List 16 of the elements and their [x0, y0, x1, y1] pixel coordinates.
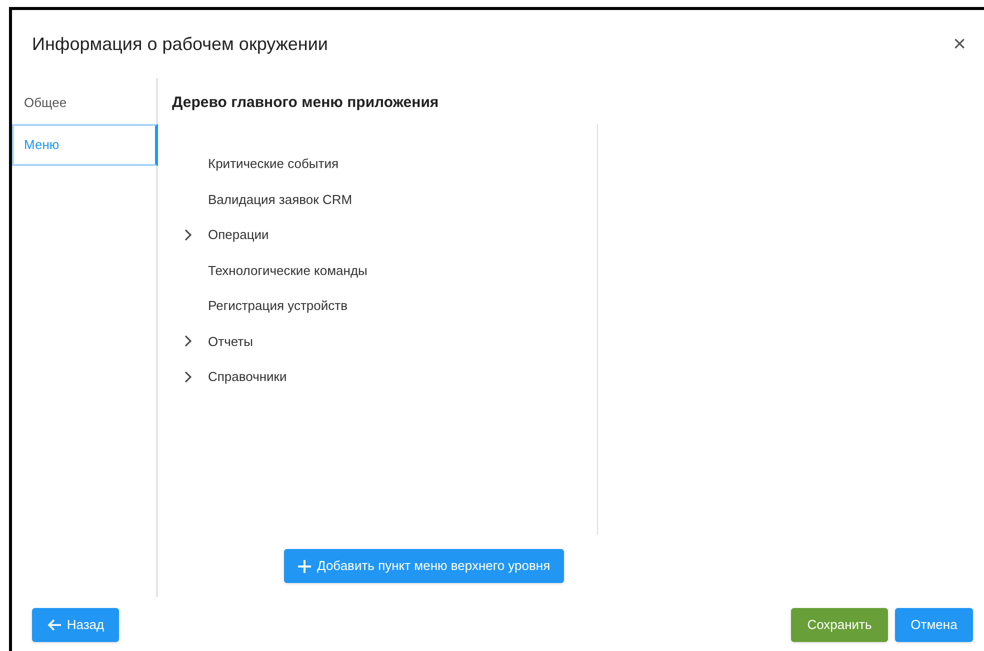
tree-item[interactable]: Регистрация устройств: [208, 296, 348, 316]
arrow-left-icon: [46, 619, 61, 631]
tree-item[interactable]: Справочники: [208, 367, 287, 386]
close-button[interactable]: ×: [953, 33, 966, 55]
sidebar-tab[interactable]: Общее: [12, 82, 156, 124]
chevron-icon[interactable]: [184, 370, 192, 383]
tree-item[interactable]: Технологические команды: [208, 260, 368, 280]
tree-item[interactable]: Отчеты: [208, 332, 253, 351]
plus-icon: [298, 560, 311, 572]
panel-heading: Дерево главного меню приложения: [171, 93, 440, 113]
dialog-title: Информация о рабочем окружении: [32, 32, 328, 56]
chevron-icon[interactable]: [184, 335, 192, 348]
chevron-icon[interactable]: [184, 228, 192, 241]
tree-item[interactable]: Операции: [208, 225, 269, 244]
tree-item[interactable]: Критические события: [208, 154, 338, 174]
tree-item[interactable]: Валидация заявок CRM: [208, 190, 352, 209]
